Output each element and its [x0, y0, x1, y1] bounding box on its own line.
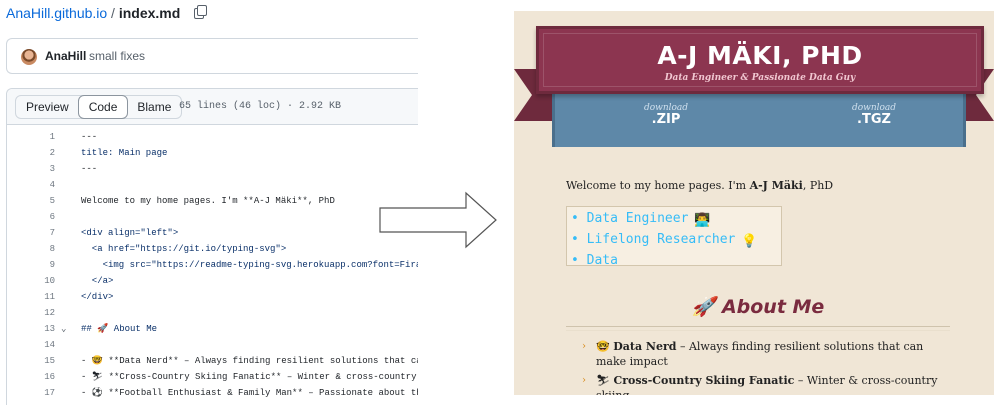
welcome-name: A-J Mäki [749, 179, 803, 192]
about-heading: 🚀 About Me [691, 296, 825, 318]
line-number[interactable]: 13 [31, 321, 55, 337]
file-content-box: Preview Code Blame 65 lines (46 loc) · 2… [6, 88, 418, 405]
typing-svg-link[interactable]: • Data Engineer 👨‍💻 • Lifelong Researcher… [566, 206, 782, 268]
code-line: 13 ⌄ ## 🚀 About Me [7, 321, 418, 337]
code-line: 7 <div align="left"> [7, 225, 418, 241]
code-line: 10 </a> [7, 273, 418, 289]
code-line: 2 title: Main page [7, 145, 418, 161]
line-text: Welcome to my home pages. I'm **A-J Mäki… [81, 196, 335, 206]
about-item-title: Data Nerd [613, 340, 677, 353]
commit-message[interactable]: small fixes [89, 49, 145, 63]
line-text: ## 🚀 About Me [81, 324, 158, 334]
line-text: </div> [81, 292, 114, 302]
lightbulb-emoji-icon: 💡 [741, 234, 758, 249]
heading-divider [566, 326, 950, 331]
line-text: --- [81, 132, 98, 142]
welcome-prefix: Welcome to my home pages. I'm [566, 179, 750, 192]
file-stats: 65 lines (46 loc) · 2.92 KB [179, 101, 342, 112]
author-avatar[interactable] [21, 49, 37, 65]
line-number[interactable]: 4 [31, 177, 55, 193]
about-item: › ⛷ Cross-Country Skiing Fanatic – Winter… [582, 373, 952, 395]
typing-line: • Data [571, 251, 777, 270]
typing-line: • Lifelong Researcher 💡 [571, 230, 777, 251]
typing-line: • Data Engineer 👨‍💻 [571, 209, 777, 230]
breadcrumb-separator: / [107, 5, 119, 21]
line-text: - ⚽ **Football Enthusiast & Family Man**… [81, 388, 418, 398]
copy-path-icon[interactable] [194, 5, 208, 19]
welcome-text: Welcome to my home pages. I'm A-J Mäki, … [566, 179, 833, 192]
line-text: - ⛷ **Cross-Country Skiing Fanatic** – W… [81, 372, 417, 382]
line-number[interactable]: 11 [31, 289, 55, 305]
code-line: 16 - ⛷ **Cross-Country Skiing Fanatic** –… [7, 369, 418, 385]
view-mode-switch: Preview Code Blame [15, 95, 183, 119]
typing-line-text: • Data [571, 253, 618, 268]
line-number[interactable]: 12 [31, 305, 55, 321]
line-number[interactable]: 7 [31, 225, 55, 241]
about-item: › 🤓 Data Nerd – Always finding resilient … [582, 339, 952, 369]
code-line: 4 [7, 177, 418, 193]
line-text: </a> [81, 276, 114, 286]
bullet-arrow-icon: › [582, 341, 586, 352]
line-number[interactable]: 16 [31, 369, 55, 385]
line-number[interactable]: 10 [31, 273, 55, 289]
rendered-site-preview: download .ZIP download .TGZ A-J MÄKI, PH… [514, 11, 994, 395]
latest-commit-bar: AnaHill small fixes [6, 38, 418, 74]
file-header: Preview Code Blame 65 lines (46 loc) · 2… [7, 89, 418, 125]
about-list: › 🤓 Data Nerd – Always finding resilient … [582, 339, 952, 395]
right-arrow-icon [379, 191, 497, 249]
line-number[interactable]: 17 [31, 385, 55, 401]
line-number[interactable]: 15 [31, 353, 55, 369]
line-number[interactable]: 5 [31, 193, 55, 209]
welcome-suffix: , PhD [802, 179, 834, 192]
tab-preview[interactable]: Preview [16, 96, 79, 118]
line-number[interactable]: 8 [31, 241, 55, 257]
site-content: Welcome to my home pages. I'm A-J Mäki, … [566, 11, 956, 395]
line-number[interactable]: 3 [31, 161, 55, 177]
about-item-title: Cross-Country Skiing Fanatic [613, 374, 795, 387]
line-text: title: Main page [81, 148, 168, 158]
code-line: 15 - 🤓 **Data Nerd** – Always finding res… [7, 353, 418, 369]
line-number[interactable]: 1 [31, 129, 55, 145]
commit-author[interactable]: AnaHill [45, 49, 86, 63]
github-file-view: AnaHill.github.io / index.md AnaHill sma… [0, 0, 418, 405]
typing-line-text: • Data Engineer [571, 211, 689, 226]
code-line: 5 Welcome to my home pages. I'm **A-J Mäk… [7, 193, 418, 209]
fold-chevron-icon[interactable]: ⌄ [61, 321, 66, 337]
code-line: 6 [7, 209, 418, 225]
code-line: 9 <img src="https://readme-typing-svg.he… [7, 257, 418, 273]
line-text: - 🤓 **Data Nerd** – Always finding resil… [81, 356, 418, 366]
line-text: <div align="left"> [81, 228, 179, 238]
code-listing: 1 --- 2 title: Main page 3 --- 4 5 Welcome t… [7, 129, 418, 401]
line-number[interactable]: 14 [31, 337, 55, 353]
tab-blame[interactable]: Blame [127, 96, 181, 118]
line-number[interactable]: 2 [31, 145, 55, 161]
nerd-emoji-icon: 🤓 [596, 340, 610, 353]
skier-emoji-icon: ⛷ [596, 374, 610, 387]
code-line: 17 - ⚽ **Football Enthusiast & Family Man… [7, 385, 418, 401]
code-line: 8 <a href="https://git.io/typing-svg"> [7, 241, 418, 257]
line-number[interactable]: 9 [31, 257, 55, 273]
line-text: <img src="https://readme-typing-svg.hero… [81, 260, 418, 270]
code-line: 11 </div> [7, 289, 418, 305]
code-line: 1 --- [7, 129, 418, 145]
code-line: 12 [7, 305, 418, 321]
code-line: 14 [7, 337, 418, 353]
bullet-arrow-icon: › [582, 375, 586, 386]
line-text: --- [81, 164, 98, 174]
breadcrumb-repo-link[interactable]: AnaHill.github.io [6, 5, 107, 21]
breadcrumb-file-name: index.md [118, 5, 181, 21]
technologist-emoji-icon: 👨‍💻 [694, 213, 711, 228]
typing-line-text: • Lifelong Researcher [571, 232, 736, 247]
code-line: 3 --- [7, 161, 418, 177]
tab-code[interactable]: Code [77, 95, 129, 119]
line-text: <a href="https://git.io/typing-svg"> [81, 244, 287, 254]
breadcrumb: AnaHill.github.io / index.md [6, 4, 208, 22]
screenshot-root: AnaHill.github.io / index.md AnaHill sma… [0, 0, 994, 405]
line-number[interactable]: 6 [31, 209, 55, 225]
